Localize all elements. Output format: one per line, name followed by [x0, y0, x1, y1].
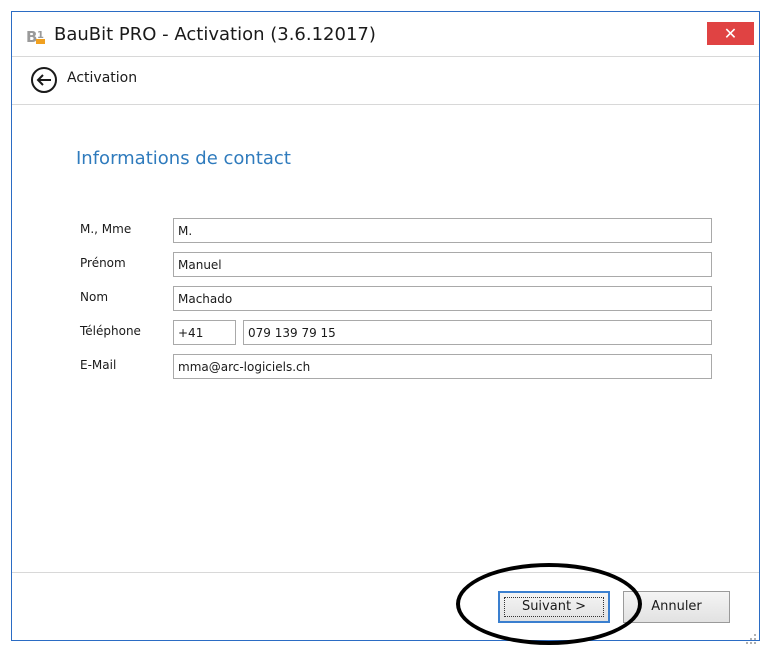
- cancel-button[interactable]: Annuler: [623, 591, 730, 623]
- cancel-button-label: Annuler: [651, 599, 702, 614]
- resize-grip-icon[interactable]: [744, 632, 758, 646]
- window-title: BauBit PRO - Activation (3.6.12017): [54, 24, 376, 45]
- email-input[interactable]: [173, 354, 712, 379]
- last-name-input[interactable]: [173, 286, 712, 311]
- baubit-app-icon: B 1: [26, 28, 45, 45]
- salutation-input[interactable]: [173, 218, 712, 243]
- phone-prefix-input[interactable]: [173, 320, 236, 345]
- activation-window: B 1 BauBit PRO - Activation (3.6.12017) …: [11, 11, 760, 644]
- close-button[interactable]: ✕: [707, 22, 754, 45]
- next-button[interactable]: Suivant >: [498, 591, 610, 623]
- focus-rectangle: [504, 597, 604, 617]
- footer-separator: [12, 572, 759, 573]
- phone-number-input[interactable]: [243, 320, 712, 345]
- last-name-label: Nom: [80, 290, 109, 304]
- close-icon: ✕: [723, 24, 738, 43]
- svg-text:B: B: [26, 28, 37, 45]
- first-name-label: Prénom: [80, 256, 126, 270]
- nav-label: Activation: [67, 70, 138, 86]
- section-title: Informations de contact: [76, 148, 291, 169]
- first-name-input[interactable]: [173, 252, 712, 277]
- navigation-bar: Activation: [12, 56, 759, 105]
- title-bar: B 1 BauBit PRO - Activation (3.6.12017) …: [12, 12, 759, 56]
- back-arrow-icon[interactable]: [30, 66, 58, 94]
- email-label: E-Mail: [80, 358, 117, 372]
- phone-label: Téléphone: [80, 324, 141, 338]
- salutation-label: M., Mme: [80, 222, 132, 236]
